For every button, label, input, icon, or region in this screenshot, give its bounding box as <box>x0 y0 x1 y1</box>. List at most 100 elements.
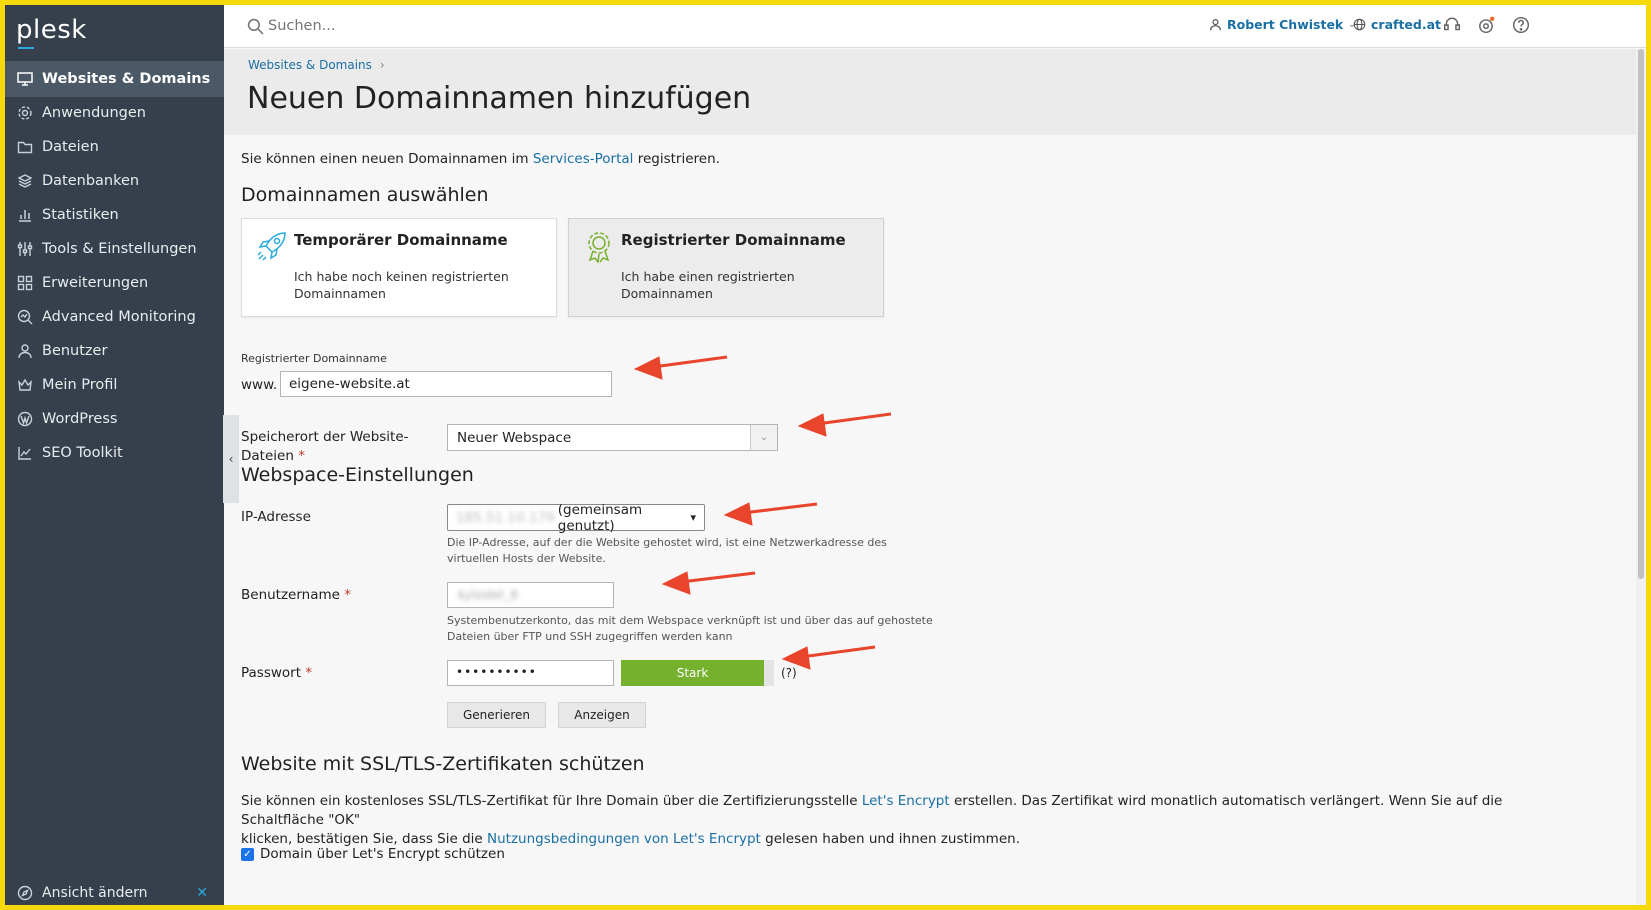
sidebar-item-mein-profil[interactable]: Mein Profil <box>5 367 224 403</box>
view-switch[interactable]: Ansicht ändern ✕ <box>5 881 224 905</box>
user-menu[interactable]: Robert Chwistek ⌄ <box>1209 17 1356 32</box>
sidebar-item-erweiterungen[interactable]: Erweiterungen <box>5 265 224 301</box>
support-icon[interactable] <box>1443 16 1461 34</box>
domain-name: crafted.at <box>1371 17 1442 32</box>
chevron-down-icon: ⌄ <box>750 425 777 450</box>
required-mark: * <box>305 665 313 681</box>
plesk-window: plesk Websites & Domains Anwendungen Dat… <box>5 5 1646 905</box>
card-description: Ich habe noch keinen registrierten Domai… <box>294 269 509 301</box>
crown-icon <box>16 376 34 394</box>
location-select-value: Neuer Webspace <box>457 430 572 446</box>
sidebar-item-statistiken[interactable]: Statistiken <box>5 197 224 233</box>
username-hint: Systembenutzerkonto, das mit dem Webspac… <box>447 614 933 643</box>
sidebar-item-advanced-monitoring[interactable]: Advanced Monitoring <box>5 299 224 335</box>
intro-text-part: registrieren. <box>633 151 720 167</box>
intro-text-part: Sie können einen neuen Domainnamen im <box>241 151 533 167</box>
layers-icon <box>16 172 34 190</box>
ssl-checkbox-row[interactable]: ✓ Domain über Let's Encrypt schützen <box>241 846 505 862</box>
breadcrumb: Websites & Domains › <box>248 58 385 72</box>
plesk-logo[interactable]: plesk <box>16 15 87 49</box>
sidebar-item-seo-toolkit[interactable]: SEO Toolkit <box>5 435 224 471</box>
sidebar-item-dateien[interactable]: Dateien <box>5 129 224 165</box>
password-input[interactable]: •••••••••• <box>447 660 614 686</box>
ssl-text: klicken, bestätigen Sie, dass Sie die <box>241 831 488 847</box>
grid-icon <box>16 274 34 292</box>
location-label: Speicherort der Website-Dateien * <box>241 428 421 466</box>
sidebar-item-label: Anwendungen <box>42 105 146 121</box>
sidebar-item-label: Mein Profil <box>42 377 118 393</box>
compass-icon <box>16 884 34 902</box>
sidebar-item-benutzer[interactable]: Benutzer <box>5 333 224 369</box>
sidebar-item-websites-domains[interactable]: Websites & Domains <box>5 61 224 97</box>
globe-icon <box>1353 18 1366 31</box>
password-strength-bar: Stark <box>621 660 764 686</box>
ip-label: IP-Adresse <box>241 509 311 525</box>
required-mark: * <box>298 448 305 464</box>
password-label-text: Passwort <box>241 665 302 681</box>
search-input[interactable] <box>268 14 568 38</box>
monitor-icon <box>16 70 34 88</box>
breadcrumb-link-websites-domains[interactable]: Websites & Domains <box>248 58 372 72</box>
sidebar-item-tools-einstellungen[interactable]: Tools & Einstellungen <box>5 231 224 267</box>
password-label: Passwort * <box>241 665 312 681</box>
sidebar-item-label: Advanced Monitoring <box>42 309 196 325</box>
ip-value-blurred: 185.51.10.179 <box>456 509 555 526</box>
main-content: Sie können einen neuen Domainnamen im Se… <box>224 135 1624 905</box>
sidebar: plesk Websites & Domains Anwendungen Dat… <box>5 5 224 905</box>
sidebar-item-label: WordPress <box>42 411 118 427</box>
sidebar-item-label: Benutzer <box>42 343 108 359</box>
password-help-link[interactable]: (?) <box>781 666 797 680</box>
page-title: Neuen Domainnamen hinzufügen <box>247 81 752 116</box>
lets-encrypt-terms-link[interactable]: Nutzungsbedingungen von Let's Encrypt <box>487 831 761 847</box>
temporary-domain-card[interactable]: Temporärer Domainname Ich habe noch kein… <box>241 218 557 317</box>
sidebar-item-anwendungen[interactable]: Anwendungen <box>5 95 224 131</box>
sidebar-item-label: Statistiken <box>42 207 119 223</box>
domain-menu[interactable]: crafted.at <box>1353 17 1441 32</box>
domain-name-input[interactable] <box>280 371 612 397</box>
gear-icon <box>16 104 34 122</box>
scrollbar[interactable] <box>1636 49 1646 905</box>
bar-chart-icon <box>16 206 34 224</box>
ip-hint: Die IP-Adresse, auf der die Website geho… <box>447 536 887 565</box>
ip-suffix: (gemeinsam genutzt) <box>557 501 643 534</box>
view-switch-label: Ansicht ändern <box>42 885 148 901</box>
rocket-icon <box>257 232 286 261</box>
location-select[interactable]: Neuer Webspace ⌄ <box>447 424 778 451</box>
username-value-blurred: kylsidet_8 <box>458 588 518 602</box>
services-portal-link[interactable]: Services-Portal <box>533 151 634 167</box>
monitoring-icon <box>16 308 34 326</box>
page-header: Websites & Domains › Neuen Domainnamen h… <box>224 49 1646 135</box>
ssl-checkbox[interactable]: ✓ <box>241 847 254 861</box>
ssl-text: Sie können ein kostenloses SSL/TLS-Zerti… <box>241 793 862 809</box>
sidebar-item-wordpress[interactable]: WordPress <box>5 401 224 437</box>
sidebar-item-label: Tools & Einstellungen <box>42 241 197 257</box>
sidebar-item-label: Erweiterungen <box>42 275 149 291</box>
ssl-heading: Website mit SSL/TLS-Zertifikaten schütze… <box>241 753 645 775</box>
logo-text: plesk <box>16 15 87 45</box>
registered-domain-card[interactable]: Registrierter Domainname Ich habe einen … <box>568 218 884 317</box>
show-password-button[interactable]: Anzeigen <box>558 702 646 728</box>
intro-text: Sie können einen neuen Domainnamen im Se… <box>241 151 720 167</box>
username-label: Benutzername * <box>241 587 351 603</box>
logo-underline <box>18 47 34 49</box>
help-icon[interactable] <box>1512 16 1530 34</box>
award-icon <box>588 232 610 263</box>
username-input[interactable]: kylsidet_8 <box>447 582 614 608</box>
close-icon[interactable]: ✕ <box>196 885 208 901</box>
sidebar-item-label: Dateien <box>42 139 99 155</box>
notifications-icon[interactable] <box>1477 16 1495 34</box>
card-title: Registrierter Domainname <box>621 231 846 249</box>
lets-encrypt-link[interactable]: Let's Encrypt <box>862 793 950 809</box>
password-strength-meter: Stark <box>621 660 774 686</box>
card-title: Temporärer Domainname <box>294 231 508 249</box>
sidebar-item-datenbanken[interactable]: Datenbanken <box>5 163 224 199</box>
generate-password-button[interactable]: Generieren <box>447 702 546 728</box>
username-label-text: Benutzername <box>241 587 340 603</box>
user-icon <box>16 342 34 360</box>
chevron-right-icon: › <box>379 58 385 72</box>
location-label-text: Speicherort der Website-Dateien <box>241 429 409 464</box>
domain-select-heading: Domainnamen auswählen <box>241 184 489 206</box>
scrollbar-thumb[interactable] <box>1638 49 1644 579</box>
ip-select[interactable]: 185.51.10.179 (gemeinsam genutzt) ▾ <box>447 501 705 534</box>
sliders-icon <box>16 240 34 258</box>
